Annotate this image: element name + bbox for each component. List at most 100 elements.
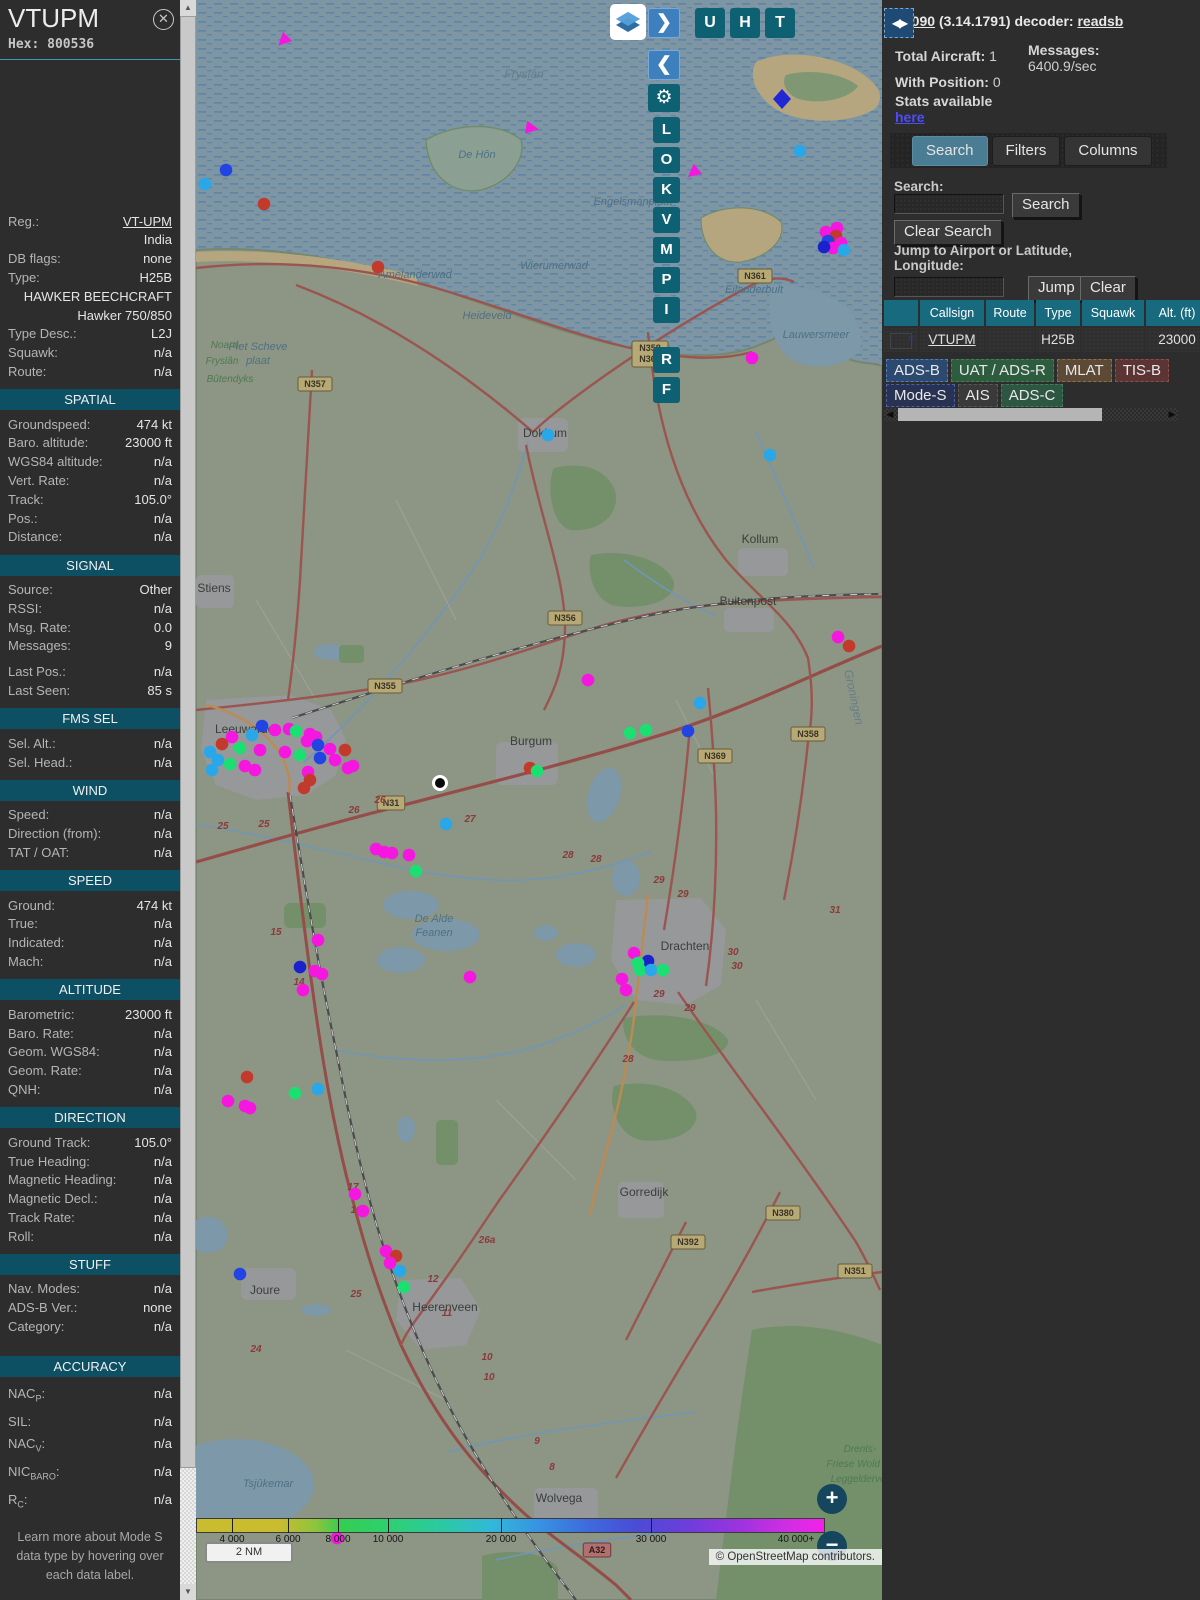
jump-button[interactable]: Jump: [1028, 276, 1085, 301]
tab-filters[interactable]: Filters: [992, 136, 1061, 166]
column-header[interactable]: [884, 300, 918, 326]
filter-chip-adsc[interactable]: ADS-C: [1001, 384, 1064, 407]
map-label: Friese Wold /: [827, 1459, 882, 1470]
map-label: Feanen: [415, 927, 452, 939]
map-button-v[interactable]: V: [653, 207, 680, 233]
detail-value: Hawker 750/850: [8, 308, 172, 324]
column-header[interactable]: Type: [1036, 300, 1080, 326]
legend-tick: [288, 1518, 289, 1533]
filter-chip-modes[interactable]: Mode-S: [886, 384, 955, 407]
aircraft-history-dot: [279, 746, 292, 759]
scroll-left-icon[interactable]: ◀: [884, 408, 896, 421]
detail-row: Speed:n/a: [0, 806, 180, 825]
aircraft-history-dot: [216, 738, 229, 751]
map-button-r[interactable]: R: [653, 347, 680, 373]
total-aircraft-stat: Total Aircraft: 1: [895, 48, 997, 64]
sidebar-toggle-icon[interactable]: ◀▶: [884, 8, 914, 38]
legend-label: 40 000+: [768, 1534, 824, 1545]
table-horizontal-scrollbar[interactable]: ◀ ▶: [884, 408, 1178, 421]
tab-bar: SearchFiltersColumns: [890, 133, 1167, 168]
km-marker: 29: [683, 1003, 696, 1014]
filter-chip-ais[interactable]: AIS: [958, 384, 998, 407]
detail-row: RSSI:n/a: [0, 599, 180, 618]
filter-chip-mlat[interactable]: MLAT: [1057, 359, 1112, 382]
search-input[interactable]: [894, 194, 1004, 214]
detail-row: NACV:n/a: [0, 1433, 180, 1461]
detail-label: Squawk:: [8, 345, 58, 361]
column-header[interactable]: Callsign: [920, 300, 984, 326]
jump-input[interactable]: [894, 277, 1004, 297]
aircraft-data-sections: SPATIALGroundspeed:474 ktBaro. altitude:…: [0, 389, 180, 1516]
osm-attribution[interactable]: © OpenStreetMap contributors.: [709, 1549, 882, 1565]
map-button-f[interactable]: F: [653, 377, 680, 403]
gear-icon[interactable]: ⚙: [648, 84, 680, 112]
filter-chip-tisb[interactable]: TIS-B: [1115, 359, 1169, 382]
scroll-right-icon[interactable]: ▶: [1166, 408, 1178, 421]
detail-value: Other: [53, 582, 172, 598]
detail-value: none: [61, 251, 172, 267]
detail-value: n/a: [69, 845, 172, 861]
aircraft-history-dot: [464, 971, 477, 984]
detail-row: NICBARO:n/a: [0, 1460, 180, 1488]
detail-row: Category:n/a: [0, 1317, 180, 1336]
detail-label: QNH:: [8, 1082, 41, 1098]
scroll-up-icon[interactable]: ▲: [180, 0, 196, 16]
column-header[interactable]: Squawk: [1082, 300, 1144, 326]
clear-jump-button[interactable]: Clear: [1080, 276, 1136, 301]
callsign-cell[interactable]: VTUPM: [920, 328, 984, 352]
section-header: SPATIAL: [0, 389, 180, 410]
clear-search-button[interactable]: Clear Search: [894, 220, 1002, 245]
map-button-h[interactable]: H: [730, 8, 760, 38]
map-button-i[interactable]: I: [653, 297, 680, 323]
filter-chip-uat[interactable]: UAT / ADS-R: [951, 359, 1054, 382]
map-button-l[interactable]: L: [653, 117, 680, 143]
column-header[interactable]: Route: [986, 300, 1034, 326]
detail-value: n/a: [69, 473, 172, 489]
hex-code: Hex: 800536: [0, 34, 180, 59]
sidebar-scrollbar[interactable]: ▲ ▼: [180, 0, 196, 1600]
map-button-o[interactable]: O: [653, 147, 680, 173]
tab-columns[interactable]: Columns: [1064, 136, 1151, 166]
stats-available-text: Stats available: [895, 93, 992, 109]
table-row[interactable]: VTUPMH25B23000: [884, 328, 1200, 352]
map-button-u[interactable]: U: [695, 8, 725, 38]
map-button-m[interactable]: M: [653, 237, 680, 263]
map-label: Fryslân: [206, 356, 239, 367]
svg-text:N380: N380: [772, 1208, 794, 1218]
map-button-t[interactable]: T: [765, 8, 795, 38]
zoom-in-button[interactable]: +: [817, 1484, 847, 1514]
map-svg[interactable]: N357N361N358N361N356N355N31N369N358N380N…: [196, 0, 882, 1600]
panel-expand-button[interactable]: ❯: [648, 8, 680, 38]
layers-control[interactable]: [610, 4, 646, 40]
selected-aircraft-marker[interactable]: [434, 777, 447, 790]
filter-chip-adsb[interactable]: ADS-B: [886, 359, 948, 382]
aircraft-history-dot: [843, 640, 856, 653]
detail-value: n/a: [46, 364, 172, 380]
map-button-k[interactable]: K: [653, 177, 680, 203]
scrollbar-thumb[interactable]: [898, 408, 1102, 421]
map-label: Drents-: [844, 1444, 877, 1455]
close-icon[interactable]: ✕: [153, 9, 174, 30]
tab-search[interactable]: Search: [912, 136, 988, 166]
callsign-link[interactable]: VTUPM: [928, 332, 975, 347]
aircraft-history-dot: [224, 758, 237, 771]
panel-collapse-button[interactable]: ❮: [648, 50, 680, 80]
registration-link[interactable]: VT-UPM: [39, 214, 172, 230]
aircraft-history-dot: [199, 178, 212, 191]
map-button-p[interactable]: P: [653, 267, 680, 293]
scroll-down-icon[interactable]: ▼: [180, 1584, 196, 1600]
decoder-link[interactable]: readsb: [1077, 13, 1123, 29]
section-header: ACCURACY: [0, 1356, 180, 1377]
scrollbar-thumb[interactable]: [180, 16, 196, 1468]
search-button[interactable]: Search: [1012, 193, 1080, 218]
aircraft-history-dot: [582, 674, 595, 687]
km-marker: 10: [483, 1372, 495, 1383]
detail-value: n/a: [41, 1082, 173, 1098]
aircraft-history-dot: [398, 1281, 411, 1294]
detail-value: n/a: [103, 454, 172, 470]
column-header[interactable]: Alt. (ft): [1146, 300, 1200, 326]
stats-link[interactable]: here: [895, 109, 925, 125]
detail-row: Track:105.0°: [0, 490, 180, 509]
map-canvas[interactable]: N357N361N358N361N356N355N31N369N358N380N…: [196, 0, 882, 1600]
detail-row: TAT / OAT:n/a: [0, 843, 180, 862]
